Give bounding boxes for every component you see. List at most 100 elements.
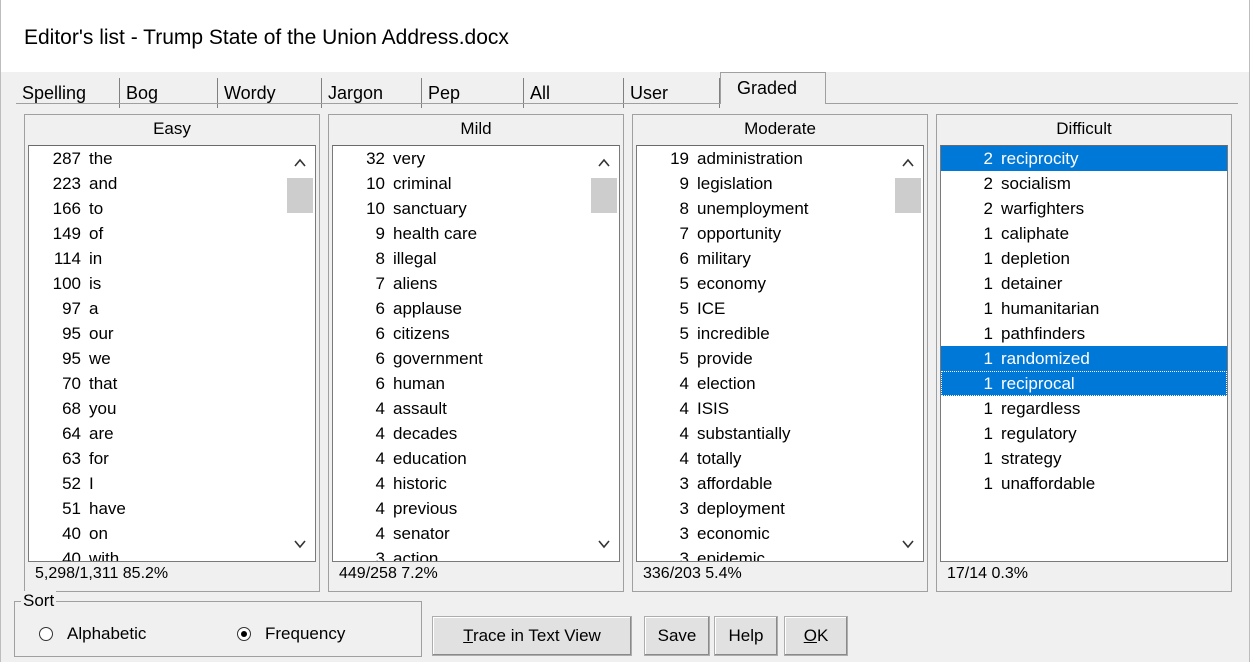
list-item[interactable]: 1 randomized <box>941 346 1227 371</box>
list-item[interactable]: 6 military <box>637 246 893 271</box>
chevron-down-icon[interactable] <box>589 531 619 559</box>
list-item[interactable]: 4 education <box>333 446 589 471</box>
list-item[interactable]: 7 opportunity <box>637 221 893 246</box>
scrollbar-thumb[interactable] <box>287 178 313 213</box>
list-item[interactable]: 5 provide <box>637 346 893 371</box>
list-item[interactable]: 3 deployment <box>637 496 893 521</box>
sort-alphabetic-radio[interactable]: Alphabetic <box>39 624 146 644</box>
list-item[interactable]: 6 government <box>333 346 589 371</box>
list-item[interactable]: 4 previous <box>333 496 589 521</box>
list-item[interactable]: 5 incredible <box>637 321 893 346</box>
list-item[interactable]: 95 we <box>29 346 285 371</box>
chevron-up-icon[interactable] <box>285 148 315 176</box>
word-text: humanitarian <box>1001 299 1100 318</box>
list-easy[interactable]: 287 the 223 and 166 to 149 of 114 in 100 is 97 a 95 our… <box>28 145 316 562</box>
trace-in-text-view-button[interactable]: Trace in Text View <box>432 616 632 656</box>
list-item[interactable]: 97 a <box>29 296 285 321</box>
list-item[interactable]: 9 health care <box>333 221 589 246</box>
list-item[interactable]: 4 historic <box>333 471 589 496</box>
scrollbar-thumb[interactable] <box>895 178 921 213</box>
radio-checked-icon[interactable] <box>237 627 251 641</box>
word-count: 166 <box>52 199 81 218</box>
scrollbar-thumb[interactable] <box>591 178 617 213</box>
panel-header-moderate: Moderate <box>744 119 816 138</box>
list-item[interactable]: 3 affordable <box>637 471 893 496</box>
list-item[interactable]: 149 of <box>29 221 285 246</box>
list-item[interactable]: 52 I <box>29 471 285 496</box>
word-text: strategy <box>1001 449 1062 468</box>
save-button[interactable]: Save <box>644 616 710 656</box>
vertical-scrollbar[interactable] <box>893 146 923 561</box>
list-item[interactable]: 223 and <box>29 171 285 196</box>
list-item[interactable]: 4 senator <box>333 521 589 546</box>
list-item[interactable]: 40 with <box>29 546 285 561</box>
list-item[interactable]: 19 administration <box>637 146 893 171</box>
list-item[interactable]: 114 in <box>29 246 285 271</box>
list-item[interactable]: 3 economic <box>637 521 893 546</box>
list-item[interactable]: 95 our <box>29 321 285 346</box>
list-item[interactable]: 2 warfighters <box>941 196 1227 221</box>
list-item[interactable]: 1 regardless <box>941 396 1227 421</box>
sort-frequency-radio[interactable]: Frequency <box>237 624 345 644</box>
vertical-scrollbar[interactable] <box>285 146 315 561</box>
list-item[interactable]: 10 criminal <box>333 171 589 196</box>
radio-circle-icon[interactable] <box>39 627 53 641</box>
list-item[interactable]: 3 action <box>333 546 589 561</box>
list-item[interactable]: 51 have <box>29 496 285 521</box>
chevron-down-icon[interactable] <box>285 531 315 559</box>
list-item[interactable]: 9 legislation <box>637 171 893 196</box>
list-item[interactable]: 1 depletion <box>941 246 1227 271</box>
list-item[interactable]: 1 regulatory <box>941 421 1227 446</box>
vertical-scrollbar[interactable] <box>589 146 619 561</box>
list-item[interactable]: 5 economy <box>637 271 893 296</box>
word-count: 1 <box>983 474 993 493</box>
list-item[interactable]: 6 citizens <box>333 321 589 346</box>
word-count: 1 <box>983 449 993 468</box>
list-item[interactable]: 1 reciprocal <box>941 371 1227 396</box>
list-item[interactable]: 8 illegal <box>333 246 589 271</box>
list-item[interactable]: 1 detainer <box>941 271 1227 296</box>
list-item[interactable]: 100 is <box>29 271 285 296</box>
list-item[interactable]: 1 pathfinders <box>941 321 1227 346</box>
word-count: 10 <box>366 174 385 193</box>
list-item[interactable]: 68 you <box>29 396 285 421</box>
list-item[interactable]: 2 socialism <box>941 171 1227 196</box>
list-item[interactable]: 4 assault <box>333 396 589 421</box>
list-item[interactable]: 166 to <box>29 196 285 221</box>
list-item[interactable]: 64 are <box>29 421 285 446</box>
list-item[interactable]: 70 that <box>29 371 285 396</box>
list-item[interactable]: 4 decades <box>333 421 589 446</box>
chevron-down-icon[interactable] <box>893 531 923 559</box>
word-text: provide <box>697 349 753 368</box>
list-item[interactable]: 10 sanctuary <box>333 196 589 221</box>
list-item[interactable]: 40 on <box>29 521 285 546</box>
list-item[interactable]: 3 epidemic <box>637 546 893 561</box>
list-item[interactable]: 7 aliens <box>333 271 589 296</box>
tab-graded[interactable]: Graded <box>720 72 826 104</box>
list-item[interactable]: 287 the <box>29 146 285 171</box>
help-button[interactable]: Help <box>714 616 778 656</box>
chevron-up-icon[interactable] <box>893 148 923 176</box>
list-item[interactable]: 4 election <box>637 371 893 396</box>
chevron-up-icon[interactable] <box>589 148 619 176</box>
list-item[interactable]: 4 ISIS <box>637 396 893 421</box>
list-item[interactable]: 1 strategy <box>941 446 1227 471</box>
list-item[interactable]: 32 very <box>333 146 589 171</box>
list-item[interactable]: 8 unemployment <box>637 196 893 221</box>
ok-button[interactable]: OK <box>784 616 848 656</box>
word-text: detainer <box>1001 274 1063 293</box>
list-mild[interactable]: 32 very 10 criminal 10 sanctuary 9 health care 8… <box>332 145 620 562</box>
list-moderate[interactable]: 19 administration 9 legislation 8 unemploymen… <box>636 145 924 562</box>
list-item[interactable]: 1 unaffordable <box>941 471 1227 496</box>
word-count: 6 <box>375 299 385 318</box>
list-item[interactable]: 63 for <box>29 446 285 471</box>
list-item[interactable]: 6 applause <box>333 296 589 321</box>
list-item[interactable]: 5 ICE <box>637 296 893 321</box>
list-difficult[interactable]: 2 reciprocity 2 socialism 2 warfighters 1 calip… <box>940 145 1228 562</box>
list-item[interactable]: 1 caliphate <box>941 221 1227 246</box>
list-item[interactable]: 4 substantially <box>637 421 893 446</box>
list-item[interactable]: 4 totally <box>637 446 893 471</box>
list-item[interactable]: 2 reciprocity <box>941 146 1227 171</box>
list-item[interactable]: 6 human <box>333 371 589 396</box>
list-item[interactable]: 1 humanitarian <box>941 296 1227 321</box>
